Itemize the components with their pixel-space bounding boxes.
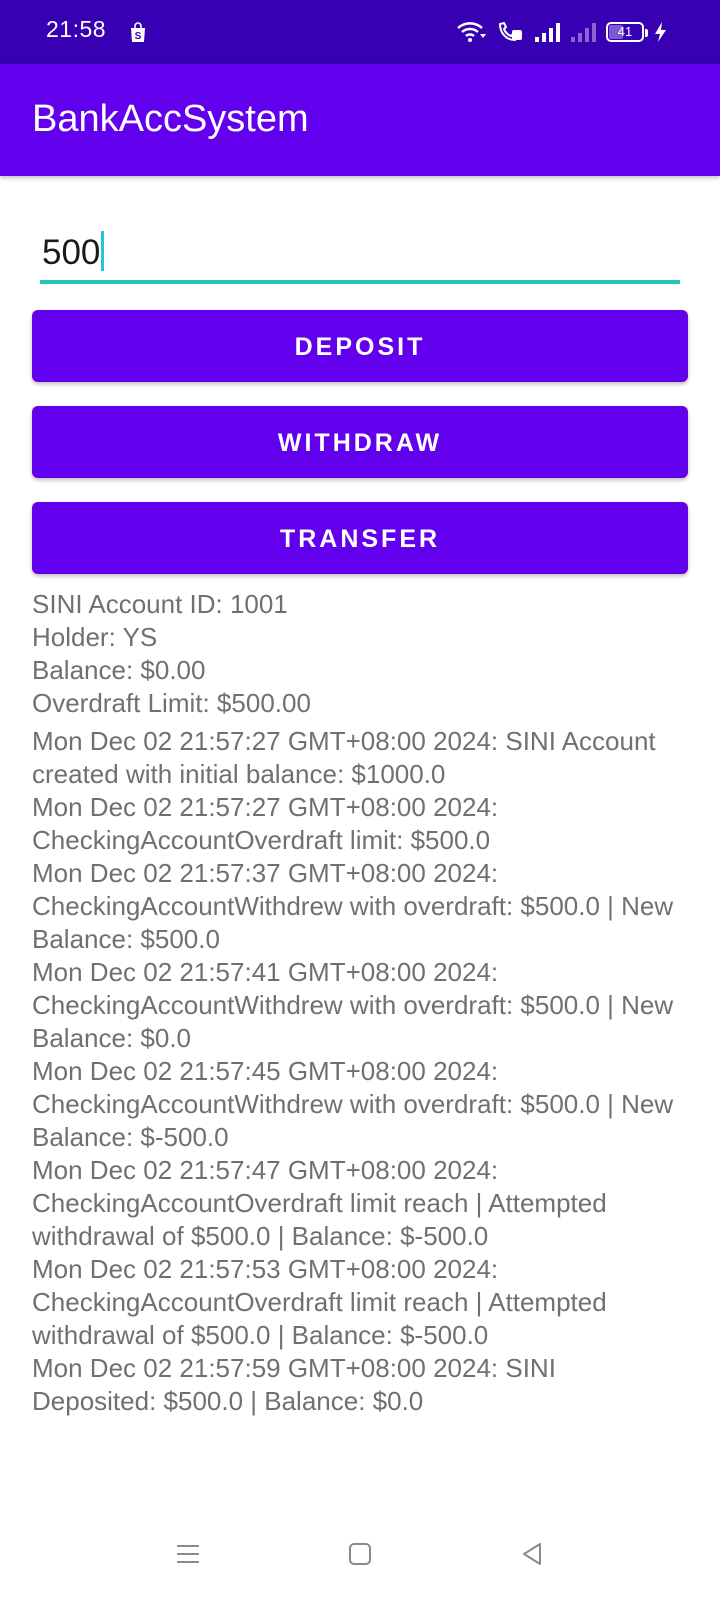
- history-entry: Mon Dec 02 21:57:27 GMT+08:00 2024: SINI…: [32, 726, 656, 789]
- account-id: SINI Account ID: 1001: [32, 589, 288, 619]
- amount-input[interactable]: 500: [42, 231, 105, 273]
- svg-text:S: S: [135, 31, 142, 42]
- history-entry: Mon Dec 02 21:57:27 GMT+08:00 2024: Chec…: [32, 792, 499, 855]
- shopping-bag-icon: S: [131, 22, 145, 42]
- home-square-icon[interactable]: [338, 1532, 382, 1576]
- navigation-bar: [0, 1520, 720, 1600]
- battery-icon: 41: [606, 22, 648, 42]
- history-entry: Mon Dec 02 21:57:47 GMT+08:00 2024: Chec…: [32, 1155, 607, 1251]
- menu-icon[interactable]: [166, 1532, 210, 1576]
- account-balance: Balance: $0.00: [32, 655, 206, 685]
- amount-value: 500: [42, 233, 101, 272]
- account-info: SINI Account ID: 1001 Holder: YS Balance…: [32, 588, 692, 720]
- overdraft-limit: Overdraft Limit: $500.00: [32, 688, 311, 718]
- status-icons: 41: [456, 18, 668, 46]
- history-entry: Mon Dec 02 21:57:53 GMT+08:00 2024: Chec…: [32, 1254, 607, 1350]
- battery-level: 41: [617, 24, 633, 39]
- charging-icon: [655, 22, 666, 42]
- signal-icon: [535, 23, 560, 42]
- transfer-button[interactable]: TRANSFER: [32, 502, 688, 574]
- status-bar: 21:58 S 41: [0, 0, 720, 64]
- history-entry: Mon Dec 02 21:57:45 GMT+08:00 2024: Chec…: [32, 1056, 674, 1152]
- text-cursor: [101, 231, 105, 271]
- volte-call-icon: [498, 21, 522, 42]
- history-entry: Mon Dec 02 21:57:41 GMT+08:00 2024: Chec…: [32, 957, 674, 1053]
- history-entry: Mon Dec 02 21:57:59 GMT+08:00 2024: SINI…: [32, 1353, 556, 1416]
- input-underline: [40, 280, 680, 284]
- history-entry: Mon Dec 02 21:57:37 GMT+08:00 2024: Chec…: [32, 858, 674, 954]
- amount-field[interactable]: 500: [40, 224, 680, 284]
- status-time: 21:58: [46, 16, 107, 42]
- back-triangle-icon[interactable]: [510, 1532, 554, 1576]
- transaction-history: Mon Dec 02 21:57:27 GMT+08:00 2024: SINI…: [32, 725, 682, 1418]
- wifi-icon: [457, 22, 486, 42]
- account-holder: Holder: YS: [32, 622, 158, 652]
- signal-weak-icon: [571, 23, 596, 42]
- app-bar: BankAccSystem: [0, 64, 720, 176]
- deposit-button[interactable]: DEPOSIT: [32, 310, 688, 382]
- app-title: BankAccSystem: [32, 98, 309, 140]
- withdraw-button[interactable]: WITHDRAW: [32, 406, 688, 478]
